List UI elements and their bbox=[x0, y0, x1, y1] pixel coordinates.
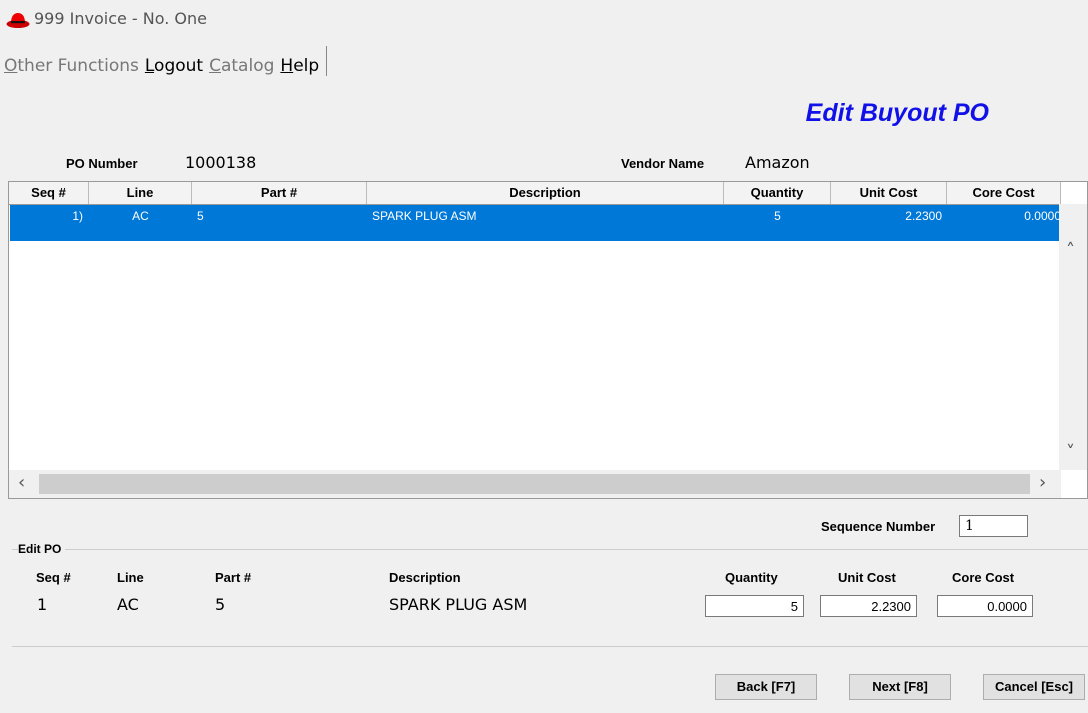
quantity-input[interactable]: 5 bbox=[705, 595, 804, 617]
edit-seq-value: 1 bbox=[37, 595, 48, 614]
menu-logout[interactable]: Logout bbox=[145, 56, 203, 76]
table-row[interactable]: 1) AC 5 SPARK PLUG ASM 5 2.2300 0.0000 bbox=[10, 205, 1061, 241]
cell-part: 5 bbox=[197, 209, 204, 223]
menu-help[interactable]: Help bbox=[280, 56, 319, 76]
window-title: 999 Invoice - No. One bbox=[34, 9, 207, 28]
cell-quantity: 5 bbox=[774, 209, 781, 223]
vendor-name-value: Amazon bbox=[745, 153, 810, 172]
scroll-up-icon[interactable]: ˄ bbox=[1066, 240, 1075, 261]
cell-line: AC bbox=[132, 209, 149, 223]
sequence-number-input[interactable]: 1 bbox=[959, 515, 1028, 537]
edit-line-value: AC bbox=[117, 595, 139, 614]
col-seq[interactable]: Seq # bbox=[9, 182, 89, 204]
cell-seq: 1) bbox=[72, 209, 83, 223]
edit-unit-cost-header: Unit Cost bbox=[838, 570, 896, 585]
unit-cost-input[interactable]: 2.2300 bbox=[820, 595, 917, 617]
scroll-left-icon[interactable]: ‹ bbox=[18, 472, 25, 493]
horizontal-scroll-thumb[interactable] bbox=[39, 474, 1030, 494]
horizontal-scrollbar[interactable]: ‹ › bbox=[9, 470, 1061, 498]
cell-unit-cost: 2.2300 bbox=[905, 209, 942, 223]
col-unit-cost[interactable]: Unit Cost bbox=[831, 182, 947, 204]
edit-part-value: 5 bbox=[215, 595, 226, 614]
core-cost-input[interactable]: 0.0000 bbox=[937, 595, 1033, 617]
red-hat-icon bbox=[6, 13, 30, 28]
edit-part-header: Part # bbox=[215, 570, 252, 585]
vertical-scrollbar[interactable]: ˄ ˅ bbox=[1059, 204, 1087, 470]
sequence-number-label: Sequence Number bbox=[821, 519, 936, 534]
back-button[interactable]: Back [F7] bbox=[715, 674, 817, 700]
table-header: Seq # Line Part # Description Quantity U… bbox=[9, 182, 1061, 205]
edit-quantity-header: Quantity bbox=[725, 570, 778, 585]
edit-line-header: Line bbox=[117, 570, 144, 585]
page-heading: Edit Buyout PO bbox=[805, 99, 989, 127]
col-description[interactable]: Description bbox=[367, 182, 724, 204]
edit-description-header: Description bbox=[389, 570, 461, 585]
edit-description-value: SPARK PLUG ASM bbox=[389, 595, 528, 614]
col-line[interactable]: Line bbox=[89, 182, 192, 204]
scroll-down-icon[interactable]: ˅ bbox=[1066, 442, 1075, 463]
cell-core-cost: 0.0000 bbox=[1024, 209, 1061, 223]
scroll-right-icon[interactable]: › bbox=[1039, 472, 1046, 493]
edit-seq-header: Seq # bbox=[36, 570, 71, 585]
col-quantity[interactable]: Quantity bbox=[724, 182, 831, 204]
cell-description: SPARK PLUG ASM bbox=[372, 209, 477, 223]
menu-catalog[interactable]: Catalog bbox=[209, 56, 274, 76]
edit-core-cost-header: Core Cost bbox=[952, 570, 1015, 585]
menu-bar: Other Functions Logout Catalog Help bbox=[0, 46, 328, 76]
po-number-label: PO Number bbox=[66, 156, 138, 171]
edit-po-legend: Edit PO bbox=[18, 542, 66, 556]
col-part[interactable]: Part # bbox=[192, 182, 367, 204]
cancel-button[interactable]: Cancel [Esc] bbox=[983, 674, 1085, 700]
po-lines-table: Seq # Line Part # Description Quantity U… bbox=[8, 181, 1088, 499]
edit-po-group bbox=[12, 549, 1088, 647]
po-number-value: 1000138 bbox=[185, 153, 257, 172]
menu-other-functions[interactable]: Other Functions bbox=[4, 56, 139, 76]
next-button[interactable]: Next [F8] bbox=[849, 674, 951, 700]
col-core-cost[interactable]: Core Cost bbox=[947, 182, 1061, 204]
vendor-name-label: Vendor Name bbox=[621, 156, 705, 171]
